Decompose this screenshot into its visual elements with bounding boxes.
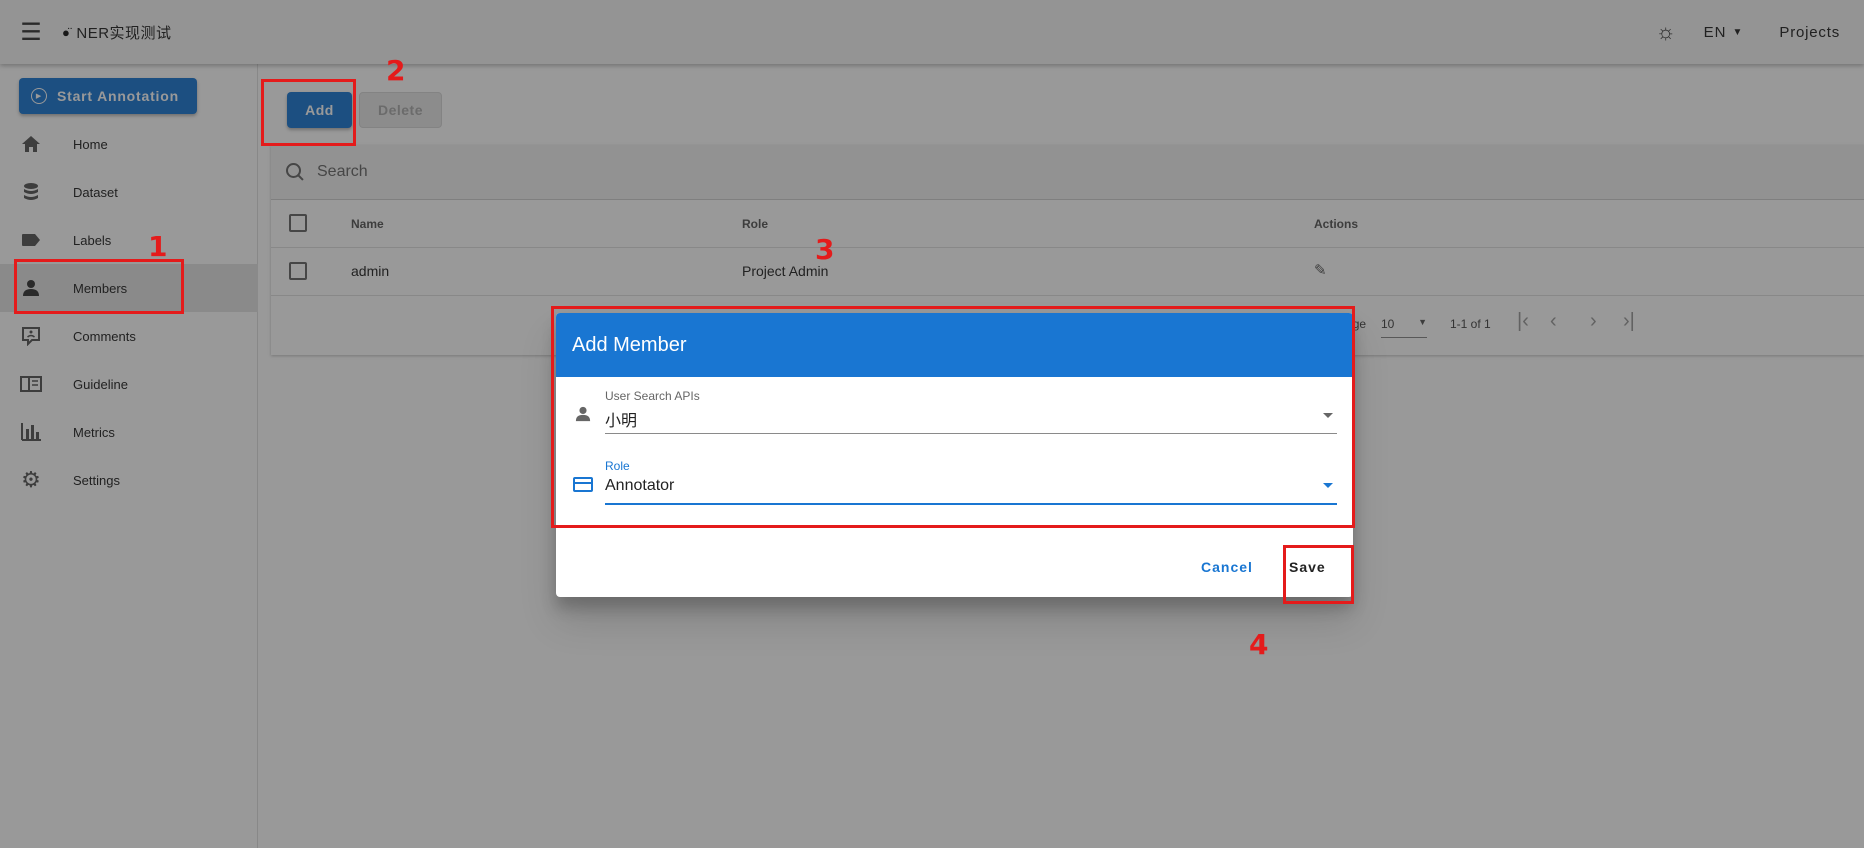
annotation-number-4: 4 — [1249, 628, 1269, 661]
annotation-number-3: 3 — [815, 233, 835, 266]
cancel-button[interactable]: Cancel — [1201, 559, 1253, 575]
annotation-box-1 — [14, 259, 184, 314]
annotation-box-4 — [1283, 545, 1354, 604]
annotation-box-3 — [551, 306, 1355, 528]
annotation-number-2: 2 — [386, 54, 406, 87]
annotation-box-2 — [261, 79, 356, 146]
annotation-number-1: 1 — [148, 230, 168, 263]
dialog-actions: Cancel Save — [556, 545, 1353, 597]
